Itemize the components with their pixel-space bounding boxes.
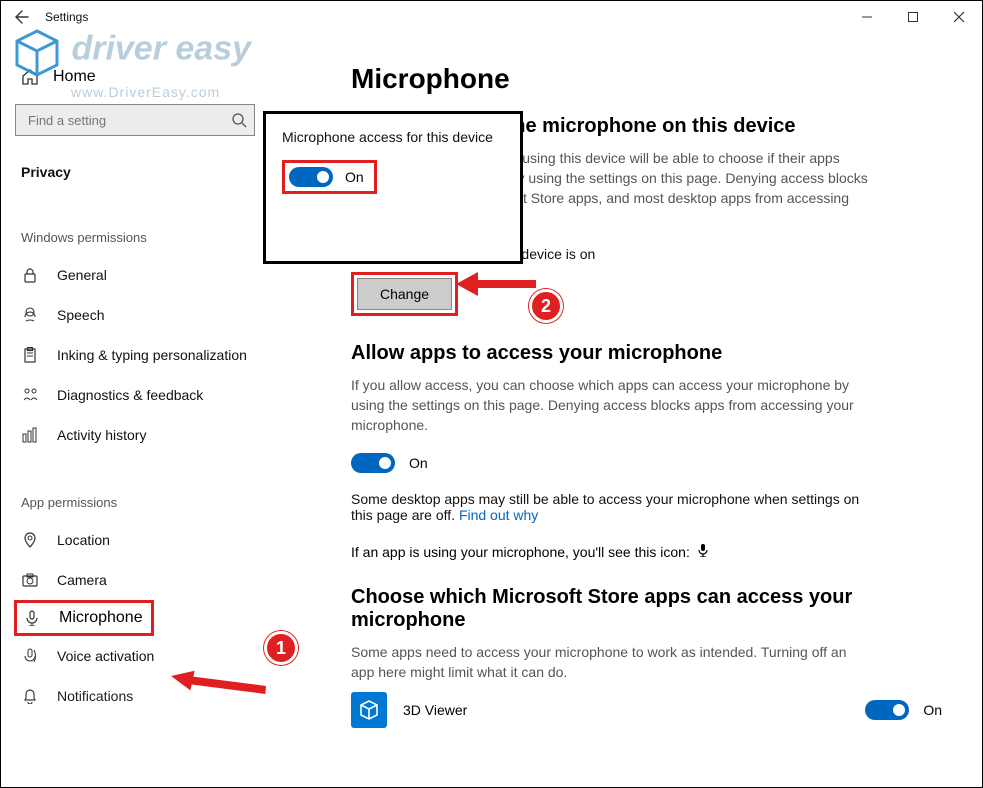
app-name-label: 3D Viewer xyxy=(403,702,865,718)
sidebar-item-label: Speech xyxy=(57,307,104,323)
section2-body: If you allow access, you can choose whic… xyxy=(351,375,871,435)
history-icon xyxy=(21,427,39,443)
sidebar-item-label: Voice activation xyxy=(57,648,154,664)
sidebar-item-label: Location xyxy=(57,532,110,548)
sidebar-item-label: General xyxy=(57,267,107,283)
sidebar-item-microphone-wrap: Microphone xyxy=(1,600,321,636)
sidebar-item-camera[interactable]: Camera xyxy=(1,560,321,600)
sidebar-item-label: Notifications xyxy=(57,688,133,704)
toggle-pill-on xyxy=(865,700,909,720)
sidebar-item-label: Microphone xyxy=(59,609,143,627)
change-button-highlight: Change xyxy=(351,272,458,316)
toggle-label: On xyxy=(923,702,942,718)
section3-heading: Choose which Microsoft Store apps can ac… xyxy=(351,586,871,632)
sidebar-item-label: Camera xyxy=(57,572,107,588)
lock-icon xyxy=(21,267,39,283)
sidebar-item-label: Activity history xyxy=(57,427,146,443)
search-input[interactable] xyxy=(15,104,255,136)
window-title: Settings xyxy=(33,10,88,24)
sidebar-item-speech[interactable]: Speech xyxy=(1,295,321,335)
sidebar-item-activity[interactable]: Activity history xyxy=(1,415,321,455)
flyout-toggle-highlight: On xyxy=(282,160,377,194)
toggle-pill-on xyxy=(351,453,395,473)
flyout-label: Microphone access for this device xyxy=(282,128,504,146)
close-button[interactable] xyxy=(936,1,982,33)
sidebar-item-notifications[interactable]: Notifications xyxy=(1,676,321,716)
back-icon[interactable] xyxy=(9,5,33,29)
home-icon xyxy=(21,68,39,86)
find-out-why-link[interactable]: Find out why xyxy=(459,507,538,523)
app-permissions-header: App permissions xyxy=(1,455,321,520)
speech-icon xyxy=(21,307,39,323)
maximize-button[interactable] xyxy=(890,1,936,33)
sidebar-item-label: Inking & typing personalization xyxy=(57,347,247,363)
home-nav[interactable]: Home xyxy=(1,58,321,96)
annotation-arrow-1 xyxy=(171,666,271,696)
sidebar-item-microphone[interactable]: Microphone xyxy=(14,600,154,636)
search-icon xyxy=(231,112,247,133)
app-row-3dviewer: 3D Viewer On xyxy=(351,692,942,728)
minimize-button[interactable] xyxy=(844,1,890,33)
microphone-icon xyxy=(23,610,41,626)
page-title: Microphone xyxy=(351,63,942,95)
annotation-badge-2: 2 xyxy=(529,289,563,323)
caption-controls xyxy=(844,1,982,33)
titlebar: Settings xyxy=(1,1,982,33)
sidebar-item-diagnostics[interactable]: Diagnostics & feedback xyxy=(1,375,321,415)
apps-access-toggle[interactable]: On xyxy=(351,453,942,473)
annotation-badge-1: 1 xyxy=(264,631,298,665)
change-button[interactable]: Change xyxy=(357,278,452,310)
toggle-label: On xyxy=(409,455,428,471)
device-access-flyout: Microphone access for this device On xyxy=(263,111,523,264)
microphone-status-icon xyxy=(696,543,710,560)
toggle-label: On xyxy=(345,169,364,185)
app-icon-3dviewer xyxy=(351,692,387,728)
feedback-icon xyxy=(21,387,39,403)
app-toggle-3dviewer[interactable]: On xyxy=(865,700,942,720)
bell-icon xyxy=(21,688,39,704)
device-access-toggle[interactable] xyxy=(289,167,333,187)
clipboard-icon xyxy=(21,347,39,363)
sidebar-item-inking[interactable]: Inking & typing personalization xyxy=(1,335,321,375)
section2-heading: Allow apps to access your microphone xyxy=(351,342,942,365)
location-icon xyxy=(21,532,39,548)
home-label: Home xyxy=(53,68,96,86)
voice-icon xyxy=(21,648,39,664)
sidebar-item-location[interactable]: Location xyxy=(1,520,321,560)
camera-icon xyxy=(21,572,39,588)
app-using-note: If an app is using your microphone, you'… xyxy=(351,543,942,560)
sidebar-item-label: Diagnostics & feedback xyxy=(57,387,203,403)
section3-body: Some apps need to access your microphone… xyxy=(351,642,871,682)
desktop-apps-note: Some desktop apps may still be able to a… xyxy=(351,491,871,523)
